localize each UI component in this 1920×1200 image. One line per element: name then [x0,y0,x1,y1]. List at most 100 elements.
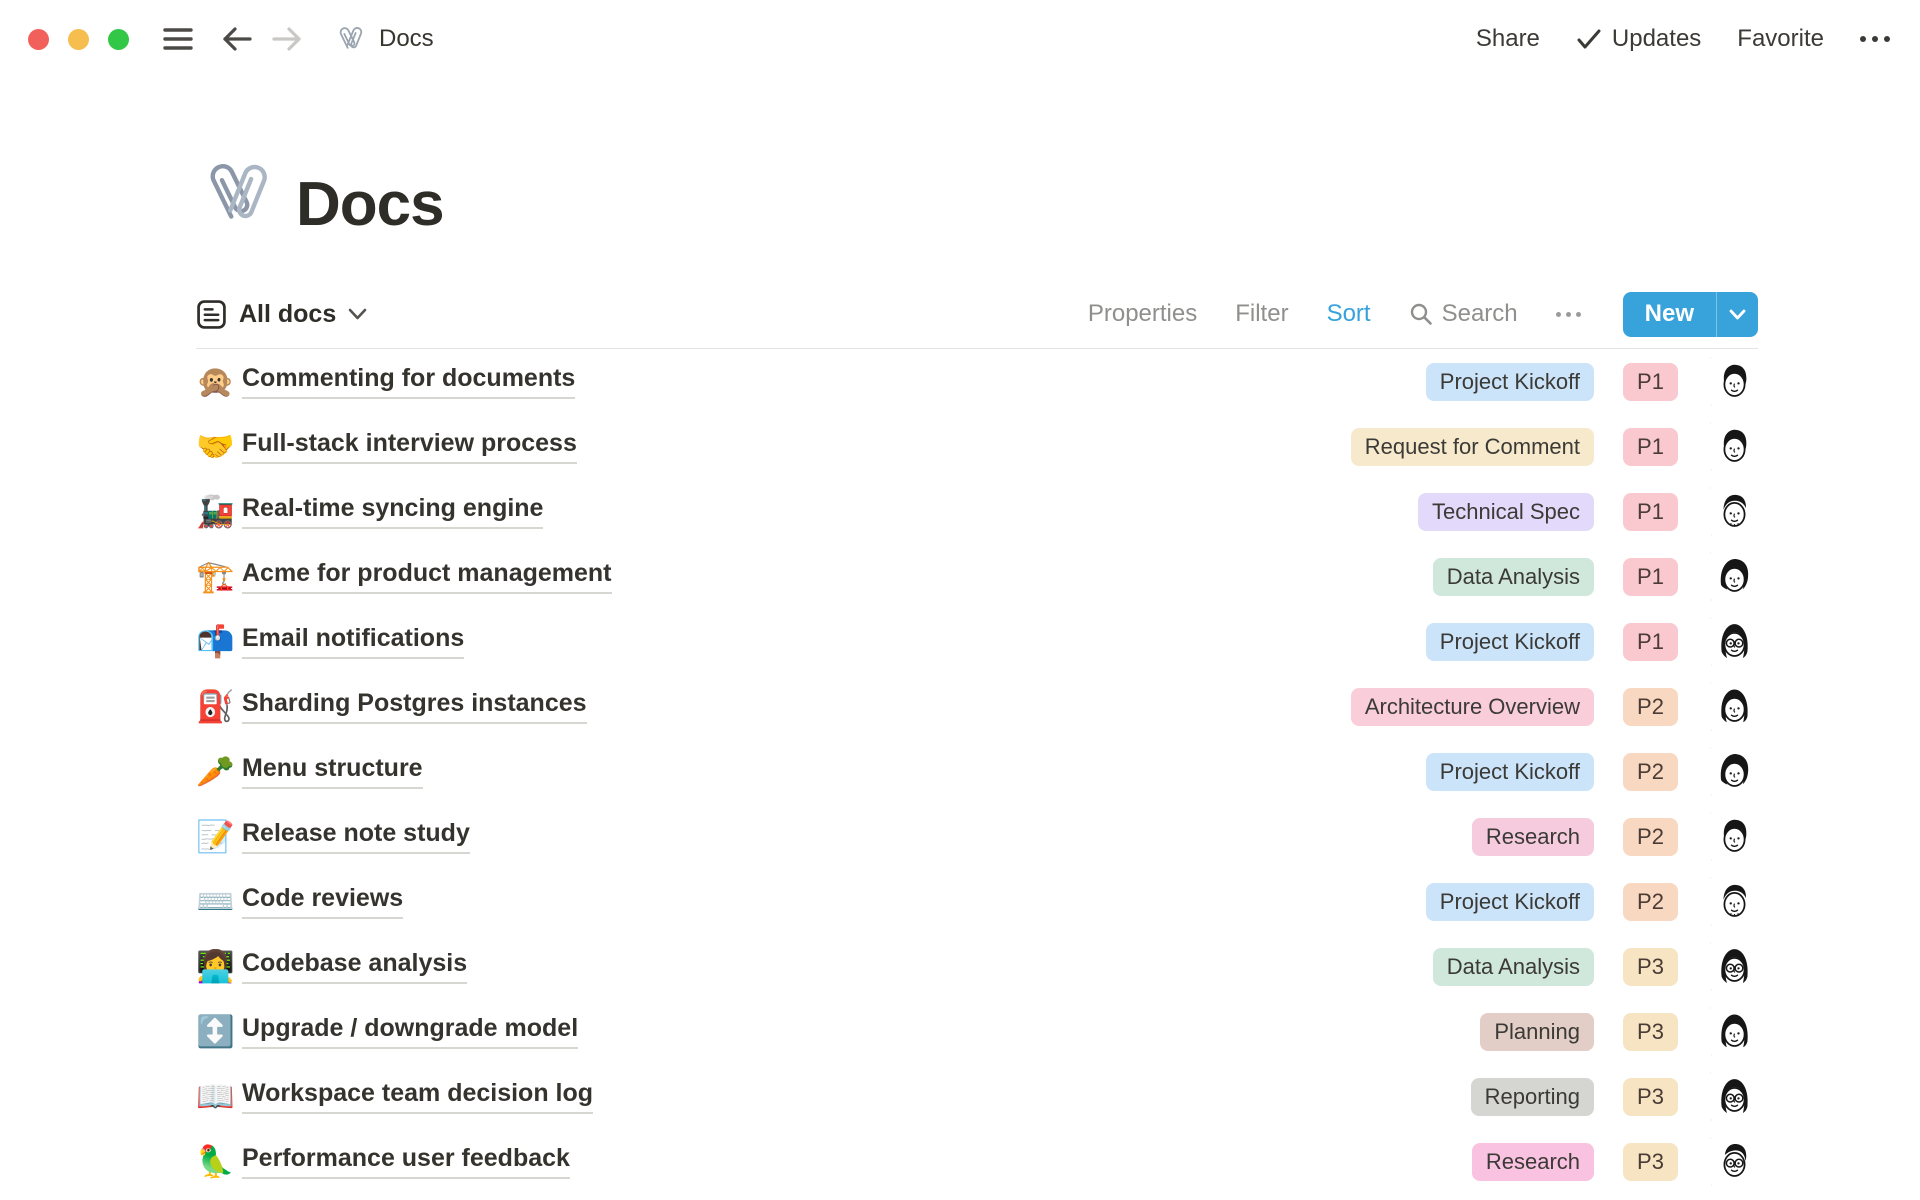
doc-priority-pill[interactable]: P3 [1623,948,1678,986]
doc-row: 🥕 Menu structure Project Kickoff P2 [196,739,1758,804]
doc-row: 🏗️ Acme for product management Data Anal… [196,544,1758,609]
window-title: Docs [379,25,434,53]
close-window-button[interactable] [28,29,49,50]
forward-arrow-icon[interactable] [271,26,303,52]
doc-tag-pill[interactable]: Project Kickoff [1426,883,1594,921]
doc-priority-pill[interactable]: P1 [1623,623,1678,661]
doc-row: 🤝 Full-stack interview process Request f… [196,414,1758,479]
doc-emoji-icon: 👩‍💻 [196,951,242,982]
share-button[interactable]: Share [1476,25,1540,53]
doc-priority-pill[interactable]: P3 [1623,1078,1678,1116]
new-button[interactable]: New [1623,292,1716,337]
page-icon-linked-paperclips[interactable] [196,148,280,240]
doc-title-link[interactable]: Performance user feedback [242,1144,570,1179]
assignee-avatar[interactable] [1711,488,1758,535]
doc-emoji-icon: ⛽ [196,691,242,722]
doc-row: 📖 Workspace team decision log Reporting … [196,1064,1758,1129]
doc-tag-pill[interactable]: Architecture Overview [1351,688,1594,726]
assignee-avatar[interactable] [1711,618,1758,665]
doc-tag-pill[interactable]: Reporting [1471,1078,1594,1116]
doc-row: 🙊 Commenting for documents Project Kicko… [196,349,1758,414]
doc-tag-pill[interactable]: Project Kickoff [1426,753,1594,791]
doc-tag-pill[interactable]: Planning [1480,1013,1594,1051]
view-toolbar: All docs Properties Filter Sort Search N… [196,290,1758,338]
doc-priority-pill[interactable]: P1 [1623,558,1678,596]
doc-title-link[interactable]: Workspace team decision log [242,1079,593,1114]
linked-paperclips-icon [333,21,369,57]
assignee-avatar[interactable] [1711,553,1758,600]
doc-row: 🦜 Performance user feedback Research P3 [196,1129,1758,1194]
properties-button[interactable]: Properties [1088,300,1197,328]
doc-title-link[interactable]: Sharding Postgres instances [242,689,587,724]
sort-button[interactable]: Sort [1327,300,1371,328]
doc-title-link[interactable]: Email notifications [242,624,464,659]
doc-tag-pill[interactable]: Data Analysis [1433,948,1594,986]
minimize-window-button[interactable] [68,29,89,50]
doc-title-link[interactable]: Codebase analysis [242,949,467,984]
page-header: Docs [196,130,1760,240]
view-switcher[interactable]: All docs [196,299,367,330]
updates-button[interactable]: Updates [1576,25,1701,53]
view-more-options-icon[interactable] [1556,312,1581,317]
assignee-avatar[interactable] [1711,423,1758,470]
doc-title-link[interactable]: Menu structure [242,754,423,789]
doc-priority-pill[interactable]: P3 [1623,1143,1678,1181]
doc-priority-pill[interactable]: P1 [1623,363,1678,401]
hamburger-icon[interactable] [163,27,193,51]
doc-tag-pill[interactable]: Request for Comment [1351,428,1594,466]
assignee-avatar[interactable] [1711,1008,1758,1055]
assignee-avatar[interactable] [1711,813,1758,860]
doc-priority-pill[interactable]: P2 [1623,883,1678,921]
search-button[interactable]: Search [1409,300,1518,328]
doc-row: 👩‍💻 Codebase analysis Data Analysis P3 [196,934,1758,999]
doc-title-link[interactable]: Release note study [242,819,470,854]
doc-priority-pill[interactable]: P1 [1623,493,1678,531]
window-controls [28,29,129,50]
doc-tag-pill[interactable]: Research [1472,818,1594,856]
doc-priority-pill[interactable]: P3 [1623,1013,1678,1051]
assignee-avatar[interactable] [1711,683,1758,730]
more-options-icon[interactable] [1860,36,1890,42]
chevron-down-icon [1729,309,1746,320]
doc-list-icon [196,299,227,330]
assignee-avatar[interactable] [1711,1138,1758,1185]
zoom-window-button[interactable] [108,29,129,50]
doc-priority-pill[interactable]: P2 [1623,818,1678,856]
doc-title-link[interactable]: Full-stack interview process [242,429,577,464]
doc-emoji-icon: 🥕 [196,756,242,787]
chevron-down-icon [348,308,367,320]
doc-tag-pill[interactable]: Project Kickoff [1426,363,1594,401]
doc-emoji-icon: 🚂 [196,496,242,527]
doc-tag-pill[interactable]: Project Kickoff [1426,623,1594,661]
doc-emoji-icon: 📖 [196,1081,242,1112]
doc-title-link[interactable]: Upgrade / downgrade model [242,1014,578,1049]
assignee-avatar[interactable] [1711,748,1758,795]
doc-priority-pill[interactable]: P2 [1623,753,1678,791]
assignee-avatar[interactable] [1711,878,1758,925]
doc-row: 📝 Release note study Research P2 [196,804,1758,869]
doc-row: ⌨️ Code reviews Project Kickoff P2 [196,869,1758,934]
filter-button[interactable]: Filter [1235,300,1288,328]
doc-row: 📬 Email notifications Project Kickoff P1 [196,609,1758,674]
doc-title-link[interactable]: Code reviews [242,884,403,919]
doc-tag-pill[interactable]: Data Analysis [1433,558,1594,596]
doc-priority-pill[interactable]: P1 [1623,428,1678,466]
assignee-avatar[interactable] [1711,358,1758,405]
doc-tag-pill[interactable]: Research [1472,1143,1594,1181]
doc-title-link[interactable]: Acme for product management [242,559,612,594]
assignee-avatar[interactable] [1711,943,1758,990]
back-arrow-icon[interactable] [221,26,253,52]
new-dropdown-button[interactable] [1716,292,1758,337]
favorite-button[interactable]: Favorite [1737,25,1824,53]
doc-tag-pill[interactable]: Technical Spec [1418,493,1594,531]
doc-emoji-icon: 📬 [196,626,242,657]
doc-emoji-icon: 🤝 [196,431,242,462]
doc-row: ⛽ Sharding Postgres instances Architectu… [196,674,1758,739]
doc-row: 🚂 Real-time syncing engine Technical Spe… [196,479,1758,544]
doc-title-link[interactable]: Real-time syncing engine [242,494,543,529]
doc-title-link[interactable]: Commenting for documents [242,364,575,399]
assignee-avatar[interactable] [1711,1073,1758,1120]
doc-emoji-icon: 🙊 [196,366,242,397]
doc-emoji-icon: 📝 [196,821,242,852]
doc-priority-pill[interactable]: P2 [1623,688,1678,726]
